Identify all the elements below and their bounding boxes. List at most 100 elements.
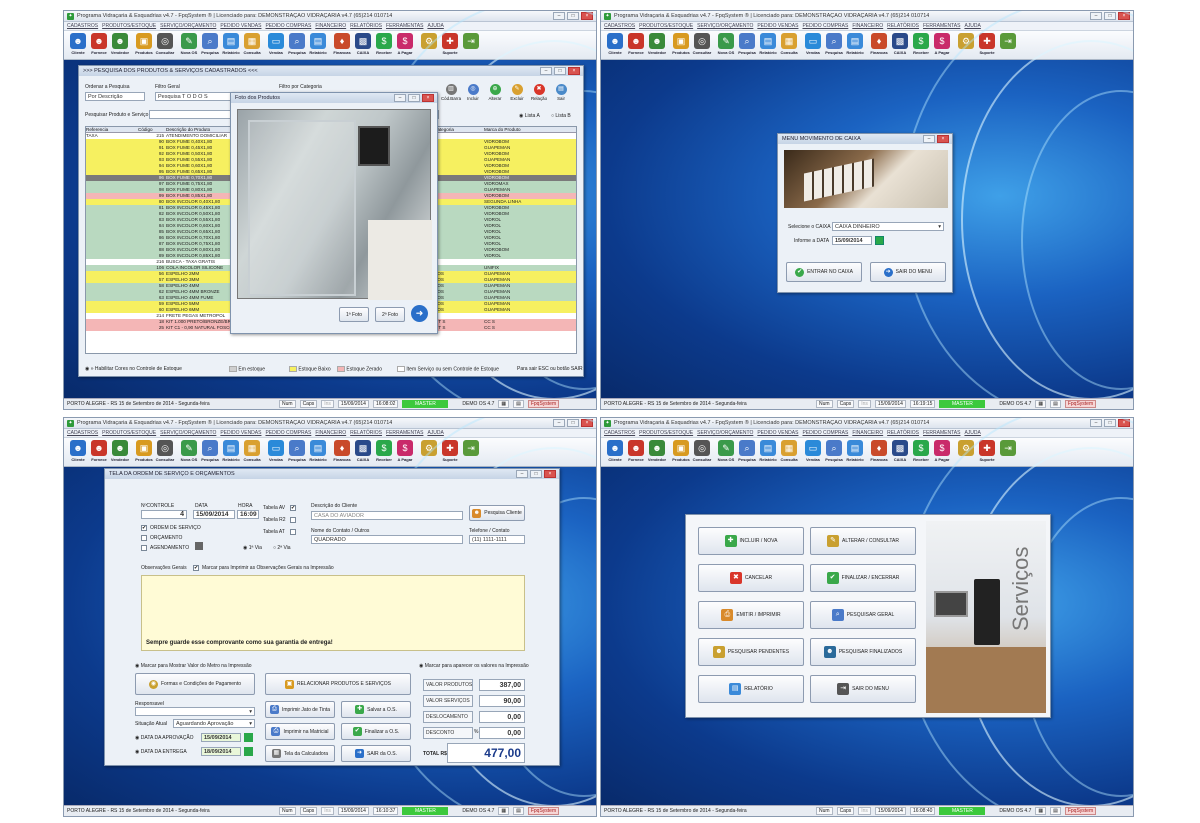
- menu-item[interactable]: PEDIDO VENDAS: [220, 23, 261, 29]
- minimize-button[interactable]: –: [394, 94, 406, 102]
- date-field[interactable]: 15/09/2014: [193, 510, 235, 519]
- toolbar-button-10[interactable]: ▭ Vendas: [266, 438, 286, 466]
- toolbar-button-5[interactable]: ◎ Consultar: [155, 31, 175, 59]
- toolbar-button-11[interactable]: ⌕ Pesquisa: [287, 438, 307, 466]
- toolbar-button-9[interactable]: ▦ Consulta: [242, 438, 262, 466]
- toolbar-button-3[interactable]: ☻ Vendedor: [110, 31, 130, 59]
- toolbar-button-4[interactable]: ▣ Produtos: [134, 438, 154, 466]
- menu-item[interactable]: RELATÓRIOS: [350, 23, 382, 29]
- maximize-button[interactable]: □: [554, 67, 566, 75]
- toolbar-button-5[interactable]: ◎ Consultar: [692, 438, 712, 466]
- toolbar-button-2[interactable]: ☻ Fornece: [89, 31, 109, 59]
- toolbar-button-11[interactable]: ⌕ Pesquisa: [824, 31, 844, 59]
- toolbar-button-10[interactable]: ▭ Vendas: [803, 31, 823, 59]
- menu-item[interactable]: FINANCEIRO: [852, 430, 883, 436]
- toolbar-button-4[interactable]: ▣ Produtos: [134, 31, 154, 59]
- value-field[interactable]: 387,00: [479, 679, 525, 691]
- filter-select[interactable]: Pesquisa T O D O S: [155, 92, 235, 101]
- toolbar-button-15[interactable]: $ Receber: [374, 31, 394, 59]
- toolbar-button-7[interactable]: ⌕ Pesquisa: [200, 31, 220, 59]
- time-field[interactable]: 16:09: [237, 510, 259, 519]
- toolbar-button-14[interactable]: ▩ CAIXA: [353, 31, 373, 59]
- action-button-2[interactable]: ⊕ Alterar: [485, 84, 505, 101]
- minimize-button[interactable]: –: [923, 135, 935, 143]
- toolbar-button-11[interactable]: ⌕ Pesquisa: [287, 31, 307, 59]
- exit-menu-button[interactable]: ➜ SAIR DO MENU: [870, 262, 946, 282]
- menu-item[interactable]: PRODUTOS/ESTOQUE: [102, 430, 156, 436]
- checkbox-tab_av[interactable]: ✔: [290, 505, 296, 511]
- toolbar-button-5[interactable]: ◎ Consultar: [155, 438, 175, 466]
- approve-radio[interactable]: ◉ DATA DA APROVAÇÃO: [135, 735, 194, 741]
- menu-item[interactable]: FERRAMENTAS: [923, 430, 960, 436]
- menu-item[interactable]: FINANCEIRO: [852, 23, 883, 29]
- print-text-button[interactable]: ⎙ Imprimir Jato de Tinta: [265, 701, 335, 718]
- value-field[interactable]: 90,00: [479, 695, 525, 707]
- menu-item[interactable]: PRODUTOS/ESTOQUE: [639, 23, 693, 29]
- approve-date-field[interactable]: 15/09/2014: [201, 733, 241, 742]
- toolbar-button-2[interactable]: ☻ Fornece: [626, 31, 646, 59]
- menu-item[interactable]: FINANCEIRO: [315, 430, 346, 436]
- menu-item[interactable]: FERRAMENTAS: [386, 430, 423, 436]
- toolbar-button-12[interactable]: ▤ Relatório: [308, 31, 328, 59]
- service-button-9[interactable]: ▤ RELATÓRIO: [698, 675, 804, 703]
- toolbar-button-6[interactable]: ✎ Nova OS: [179, 438, 199, 466]
- menu-item[interactable]: PEDIDO VENDAS: [757, 23, 798, 29]
- calendar-icon[interactable]: [244, 747, 253, 756]
- toolbar-button-2[interactable]: ☻ Fornece: [626, 438, 646, 466]
- menu-item[interactable]: RELATÓRIOS: [887, 23, 919, 29]
- keyboard-icon[interactable]: ▤: [513, 807, 524, 815]
- action-button-3[interactable]: ✎ Excluir: [507, 84, 527, 101]
- service-button-8[interactable]: ☻ PESQUISAR FINALIZADOS: [810, 638, 916, 666]
- menu-item[interactable]: AJUDA: [964, 23, 980, 29]
- toolbar-button-3[interactable]: ☻ Vendedor: [647, 438, 667, 466]
- menu-item[interactable]: PRODUTOS/ESTOQUE: [102, 23, 156, 29]
- meter-radio[interactable]: ◉ Marcar para Mostrar Valor do Metro na …: [135, 663, 252, 669]
- next-photo-icon[interactable]: ➜: [411, 305, 428, 322]
- toolbar-button-10[interactable]: ▭ Vendas: [803, 438, 823, 466]
- action-button-1[interactable]: ◎ Incluir: [463, 84, 483, 101]
- close-button[interactable]: ×: [937, 135, 949, 143]
- service-button-1[interactable]: ✚ INCLUIR / NOVA: [698, 527, 804, 555]
- menu-item[interactable]: SERVIÇO/ORÇAMENTO: [160, 430, 216, 436]
- finish-button[interactable]: ✔ Finalizar a O.S.: [341, 723, 411, 740]
- responsible-select[interactable]: ▾: [135, 707, 255, 716]
- toolbar-button-13[interactable]: ♦ Financas: [332, 31, 352, 59]
- toolbar-button-8[interactable]: ▤ Relatório: [758, 438, 778, 466]
- calc-icon[interactable]: ▦: [498, 400, 510, 408]
- relate-products-button[interactable]: ▣ RELACIONAR PRODUTOS E SERVIÇOS: [265, 673, 411, 695]
- service-button-7[interactable]: ☻ PESQUISAR PENDENTES: [698, 638, 804, 666]
- service-button-3[interactable]: ✖ CANCELAR: [698, 564, 804, 592]
- toolbar-button-13[interactable]: ♦ Financas: [869, 31, 889, 59]
- toolbar-button-8[interactable]: ▤ Relatório: [221, 31, 241, 59]
- action-button-4[interactable]: ✖ Relação: [529, 84, 549, 101]
- toolbar-button-1[interactable]: ☻ Cliente: [605, 31, 625, 59]
- print-matrix-button[interactable]: ⎙ Imprimir na Matricial: [265, 723, 335, 740]
- maximize-button[interactable]: □: [530, 470, 542, 478]
- toolbar-button-7[interactable]: ⌕ Pesquisa: [737, 31, 757, 59]
- toolbar-button-15[interactable]: $ Receber: [911, 438, 931, 466]
- checkbox-chk_orc[interactable]: [141, 535, 147, 541]
- menu-item[interactable]: FERRAMENTAS: [386, 23, 423, 29]
- toolbar-button-1[interactable]: ☻ Cliente: [605, 438, 625, 466]
- client-field[interactable]: CASA DO AVIADOR: [311, 511, 463, 520]
- status-select[interactable]: Aguardando Aprovação ▾: [173, 719, 255, 728]
- toolbar-button-14[interactable]: ▩ CAIXA: [890, 438, 910, 466]
- menu-item[interactable]: CADASTROS: [604, 430, 635, 436]
- delivery-date-field[interactable]: 18/09/2014: [201, 747, 241, 756]
- checkbox-chk_ag[interactable]: [141, 545, 147, 551]
- menu-item[interactable]: PEDIDO COMPRAS: [265, 430, 311, 436]
- checkbox-tab_at[interactable]: [290, 529, 296, 535]
- toolbar-button-12[interactable]: ▤ Relatório: [308, 438, 328, 466]
- menu-item[interactable]: RELATÓRIOS: [887, 430, 919, 436]
- toolbar-button-15[interactable]: $ Receber: [911, 31, 931, 59]
- action-button-5[interactable]: ▤ Sair: [551, 84, 571, 101]
- toolbar-button-13[interactable]: ♦ Financas: [332, 438, 352, 466]
- checkbox-chk_os[interactable]: ✔: [141, 525, 147, 531]
- value-field[interactable]: 0,00: [479, 727, 525, 739]
- contact-field[interactable]: QUADRADO: [311, 535, 463, 544]
- menu-item[interactable]: SERVIÇO/ORÇAMENTO: [697, 430, 753, 436]
- toolbar-button-8[interactable]: ▤ Relatório: [221, 438, 241, 466]
- order-select[interactable]: Por Descrição: [85, 92, 145, 101]
- menu-item[interactable]: FINANCEIRO: [315, 23, 346, 29]
- toolbar-button-16[interactable]: $ A Pagar: [932, 31, 952, 59]
